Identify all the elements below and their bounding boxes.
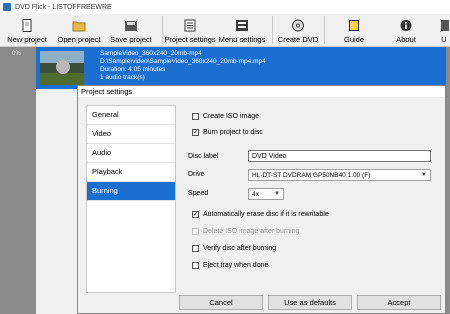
toolbar: New project Open project Save project Pr… [0,14,450,47]
delete-iso-checkbox[interactable]: Delete ISO image after burning [192,228,300,235]
create-iso-checkbox[interactable]: Create ISO image [192,113,259,120]
title-path: D:\Sample\video\SampleVideo_360x240_20mb… [100,58,266,65]
cancel-button[interactable]: Cancel [179,295,263,310]
disc-label-caption: Disc label [188,153,219,160]
eject-label: Eject tray when done [203,262,269,269]
project-settings-label: Project settings [164,35,216,44]
auto-erase-label: Automatically erase disc if it is rewrit… [203,211,329,218]
save-project-button[interactable]: Save project [108,14,154,46]
progress-strip: 0% [0,47,36,314]
menu-settings-label: Menu settings [218,35,266,44]
title-name: SampleVideo_360x240_20mb-mp4 [100,50,202,57]
title-info: SampleVideo_360x240_20mb-mp4 D:\Sample\v… [100,50,266,82]
menu-icon [236,20,248,31]
guide-book-icon [349,20,359,31]
delete-iso-label: Delete ISO image after burning [203,228,300,235]
drive-value: HL-DT-ST DVDRAM GP50NB40 1.00 (F) [252,172,371,179]
checkmark-icon: ✓ [192,129,199,136]
verify-label: Verify disc after burning [203,245,277,252]
window-title: DVD Flick - LISTOFFREEWRE [15,3,112,11]
new-document-icon [22,19,32,32]
save-icon [125,21,137,31]
toolbar-separator [162,16,163,44]
title-duration: Duration: 4:05 minutes [100,66,166,73]
dialog-title: Project settings [78,86,445,97]
chevron-down-icon: ▼ [421,172,427,178]
dialog-button-bar: Cancel Use as defaults Accept [78,295,445,313]
checkbox-box [192,245,199,252]
checkmark-icon: ✓ [192,211,199,218]
speed-value: 4x [252,191,259,198]
guide-label: Guide [343,35,364,44]
use-as-defaults-button[interactable]: Use as defaults [268,295,352,310]
checkbox-box [192,228,199,235]
create-dvd-button[interactable]: Create DVD [277,14,319,46]
nav-audio[interactable]: Audio [87,144,175,163]
project-title-item[interactable]: SampleVideo_360x240_20mb-mp4 D:\Sample\v… [36,47,446,89]
project-settings-dialog: Project settings General Video Audio Pla… [77,85,446,314]
chevron-down-icon: ▼ [274,191,280,197]
open-project-button[interactable]: Open project [56,14,102,46]
right-strip [446,47,450,314]
update-button[interactable]: U [438,14,450,46]
folder-icon [72,21,86,32]
about-label: About [396,35,416,44]
create-dvd-label: Create DVD [277,35,319,44]
project-settings-button[interactable]: Project settings [164,14,216,46]
drive-caption: Drive [188,171,205,178]
auto-erase-checkbox[interactable]: ✓ Automatically erase disc if it is rewr… [192,211,329,218]
settings-nav: General Video Audio Playback Burning [86,105,176,293]
drive-select[interactable]: HL-DT-ST DVDRAM GP50NB40 1.00 (F) ▼ [248,169,431,181]
speed-caption: Speed [188,190,209,197]
eject-checkbox[interactable]: Eject tray when done [192,262,268,269]
checkbox-box [192,113,199,120]
disc-icon [292,19,304,32]
menu-settings-button[interactable]: Menu settings [218,14,266,46]
create-iso-label: Create ISO image [203,113,260,120]
checkbox-box [192,262,199,269]
dialog-body: General Video Audio Playback Burning Cre… [78,97,445,313]
verify-checkbox[interactable]: Verify disc after burning [192,245,276,252]
toolbar-separator [272,16,273,44]
disc-label-input[interactable]: DVD Video [248,150,431,162]
nav-playback[interactable]: Playback [87,163,175,182]
save-project-label: Save project [110,35,152,44]
progress-percent: 0% [12,51,21,57]
speed-select[interactable]: 4x ▼ [248,188,284,200]
video-thumbnail [40,51,84,85]
new-project-button[interactable]: New project [2,14,52,46]
update-label: U [441,35,447,44]
title-bar: DVD Flick - LISTOFFREEWRE [0,0,450,14]
new-project-label: New project [7,35,47,44]
settings-list-icon [184,19,196,32]
toolbar-separator [324,16,325,44]
nav-video[interactable]: Video [87,125,175,144]
info-icon [400,20,412,31]
open-project-label: Open project [57,35,101,44]
nav-burning[interactable]: Burning [87,182,175,201]
burn-to-disc-label: Burn project to disc [203,129,263,136]
burn-to-disc-checkbox[interactable]: ✓ Burn project to disc [192,129,263,136]
update-icon [441,20,449,31]
title-audio: 1 audio track(s) [100,74,145,81]
app-icon [3,3,11,11]
guide-button[interactable]: Guide [336,14,372,46]
about-button[interactable]: About [388,14,424,46]
nav-general[interactable]: General [87,106,175,125]
accept-button[interactable]: Accept [357,295,441,310]
